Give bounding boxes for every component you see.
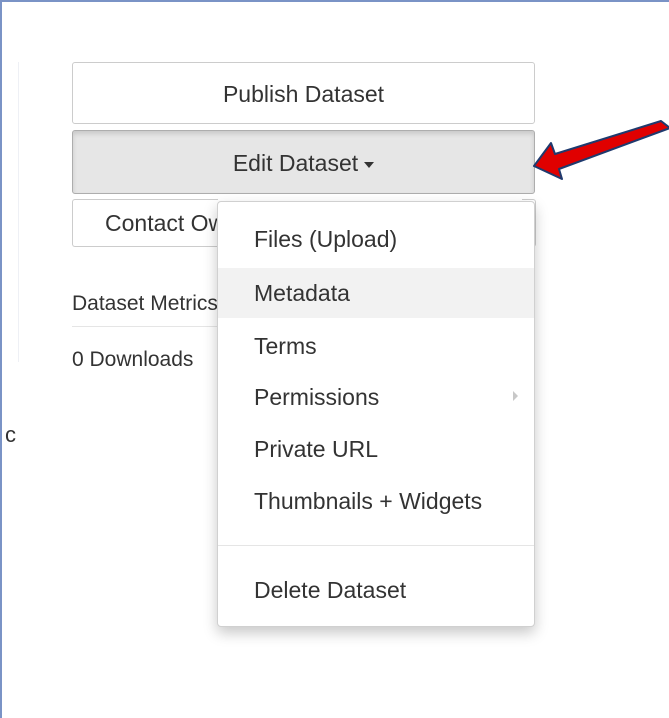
- menu-item-label: Files (Upload): [254, 226, 398, 252]
- chevron-right-icon: [513, 391, 518, 401]
- contact-owner-button[interactable]: Contact Owner: [72, 199, 218, 247]
- divider: [72, 326, 218, 327]
- contact-owner-label: Contact Owner: [105, 210, 218, 236]
- menu-item-files-upload[interactable]: Files (Upload): [218, 214, 534, 264]
- panel-edge: [18, 62, 19, 362]
- publish-dataset-button[interactable]: Publish Dataset: [72, 62, 535, 124]
- menu-item-label: Terms: [254, 333, 317, 359]
- menu-item-private-url[interactable]: Private URL: [218, 424, 534, 474]
- publish-dataset-label: Publish Dataset: [222, 81, 385, 107]
- menu-item-label: Permissions: [254, 384, 380, 410]
- caret-down-icon: [364, 161, 375, 168]
- cropped-text: c: [5, 422, 16, 447]
- edit-dataset-label: Edit Dataset: [232, 150, 359, 176]
- menu-item-delete-dataset[interactable]: Delete Dataset: [218, 565, 534, 615]
- menu-item-permissions[interactable]: Permissions: [218, 372, 534, 422]
- edit-dataset-button[interactable]: Edit Dataset: [72, 130, 535, 194]
- screenshot-frame: c Publish Dataset Edit Dataset Contact O…: [0, 0, 669, 718]
- edit-dataset-dropdown-menu: Files (Upload) Metadata Terms Permission…: [217, 201, 535, 627]
- menu-item-label: Metadata: [254, 280, 350, 306]
- dataset-metrics-heading: Dataset Metrics: [72, 292, 218, 315]
- red-arrow-icon: [533, 120, 669, 180]
- downloads-count: 0 Downloads: [72, 348, 194, 371]
- menu-item-thumbnails-widgets[interactable]: Thumbnails + Widgets: [218, 476, 534, 526]
- menu-item-label: Thumbnails + Widgets: [254, 488, 483, 514]
- menu-item-label: Private URL: [254, 436, 378, 462]
- menu-item-terms[interactable]: Terms: [218, 321, 534, 371]
- menu-divider: [218, 545, 534, 546]
- menu-item-metadata[interactable]: Metadata: [218, 268, 534, 318]
- menu-item-label: Delete Dataset: [254, 577, 407, 603]
